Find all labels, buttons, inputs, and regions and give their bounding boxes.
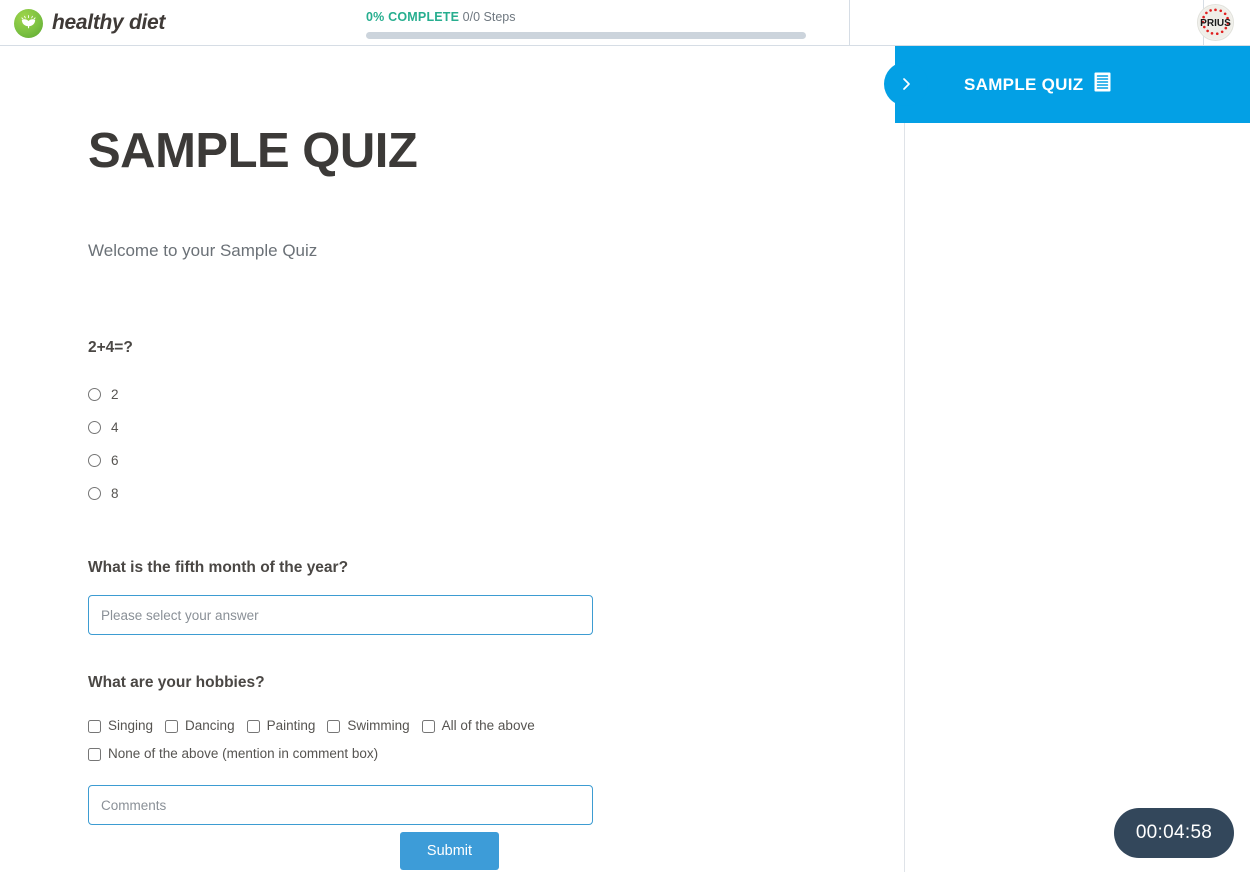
- checkbox-option-singing[interactable]: Singing: [88, 712, 153, 740]
- countdown-timer: 00:04:58: [1114, 808, 1234, 858]
- quiz-panel-tab-content: SAMPLE QUIZ: [964, 72, 1111, 97]
- quiz-main-content: SAMPLE QUIZ Welcome to your Sample Quiz …: [0, 46, 905, 872]
- header-divider-left: [849, 0, 850, 46]
- progress-percent-label: 0% COMPLETE: [366, 10, 460, 24]
- radio-option-3-label: 6: [111, 452, 119, 468]
- checkbox-input-none-of-the-above[interactable]: [88, 747, 101, 761]
- checkbox-option-none-of-the-above[interactable]: None of the above (mention in comment bo…: [88, 740, 378, 768]
- quiz-panel-tab-title: SAMPLE QUIZ: [964, 74, 1084, 94]
- checkbox-option-painting[interactable]: Painting: [246, 712, 316, 740]
- checkbox-label-dancing: Dancing: [185, 718, 235, 733]
- checkbox-label-painting: Painting: [266, 718, 316, 733]
- app-header: healthy diet 0% COMPLETE 0/0 Steps PRIUS: [0, 0, 1250, 46]
- right-panel: SAMPLE QUIZ: [884, 46, 1250, 872]
- progress-steps-label: 0/0 Steps: [462, 10, 516, 24]
- radio-option-2[interactable]: [88, 421, 101, 434]
- checkbox-input-painting[interactable]: [246, 719, 260, 733]
- radio-option-row[interactable]: 2: [88, 378, 808, 411]
- progress-block: 0% COMPLETE 0/0 Steps: [366, 9, 806, 39]
- radio-option-4-label: 8: [111, 485, 119, 501]
- checkbox-option-dancing[interactable]: Dancing: [165, 712, 235, 740]
- comments-input[interactable]: [88, 785, 593, 825]
- avatar[interactable]: PRIUS: [1197, 4, 1234, 41]
- submit-button[interactable]: Submit: [400, 832, 499, 870]
- svg-text:PRIUS: PRIUS: [1200, 18, 1231, 29]
- welcome-text: Welcome to your Sample Quiz: [88, 241, 318, 260]
- radio-option-4[interactable]: [88, 487, 101, 500]
- question-3-options: Singing Dancing Painting Swimming All of…: [88, 712, 608, 768]
- quiz-page: healthy diet 0% COMPLETE 0/0 Steps PRIUS…: [0, 0, 1250, 872]
- page-title: SAMPLE QUIZ: [88, 124, 418, 178]
- radio-option-row[interactable]: 6: [88, 444, 808, 477]
- question-block-1: 2+4=? 2 4 6 8: [88, 338, 808, 510]
- checkbox-input-singing[interactable]: [88, 719, 101, 733]
- brand-name: healthy diet: [52, 11, 166, 34]
- submit-row: Submit: [88, 832, 811, 870]
- question-3-prompt: What are your hobbies?: [88, 674, 265, 691]
- leaf-sprout-icon: [14, 8, 43, 38]
- chevron-right-icon[interactable]: [884, 62, 928, 106]
- checkbox-input-all-of-the-above[interactable]: [421, 719, 435, 733]
- radio-option-3[interactable]: [88, 454, 101, 467]
- quiz-panel-tab[interactable]: SAMPLE QUIZ: [884, 46, 1250, 123]
- question-2-prompt: What is the fifth month of the year?: [88, 559, 349, 576]
- checkbox-label-singing: Singing: [108, 718, 154, 733]
- questions-list: 2+4=? 2 4 6 8 What is the fifth month of…: [88, 338, 808, 825]
- radio-option-1-label: 2: [111, 386, 119, 402]
- checkbox-label-swimming: Swimming: [347, 718, 410, 733]
- radio-option-row[interactable]: 8: [88, 477, 808, 510]
- checkbox-option-swimming[interactable]: Swimming: [327, 712, 410, 740]
- document-lines-icon: [1094, 72, 1111, 97]
- question-1-options: 2 4 6 8: [88, 378, 808, 510]
- answer-input[interactable]: [88, 595, 593, 635]
- checkbox-input-dancing[interactable]: [165, 719, 179, 733]
- question-block-3: What are your hobbies? Singing Dancing P…: [88, 673, 808, 825]
- brand-logo[interactable]: healthy diet: [14, 6, 165, 40]
- question-1-prompt: 2+4=?: [88, 339, 133, 356]
- progress-text: 0% COMPLETE 0/0 Steps: [366, 9, 806, 25]
- checkbox-input-swimming[interactable]: [327, 719, 341, 733]
- countdown-timer-value: 00:04:58: [1135, 822, 1213, 843]
- radio-option-1[interactable]: [88, 388, 101, 401]
- checkbox-label-none-of-the-above: None of the above (mention in comment bo…: [108, 746, 379, 761]
- question-block-2: What is the fifth month of the year?: [88, 558, 808, 635]
- radio-option-2-label: 4: [111, 419, 119, 435]
- checkbox-option-all-of-the-above[interactable]: All of the above: [421, 712, 535, 740]
- checkbox-label-all-of-the-above: All of the above: [441, 718, 535, 733]
- progress-bar-track: [366, 32, 806, 39]
- radio-option-row[interactable]: 4: [88, 411, 808, 444]
